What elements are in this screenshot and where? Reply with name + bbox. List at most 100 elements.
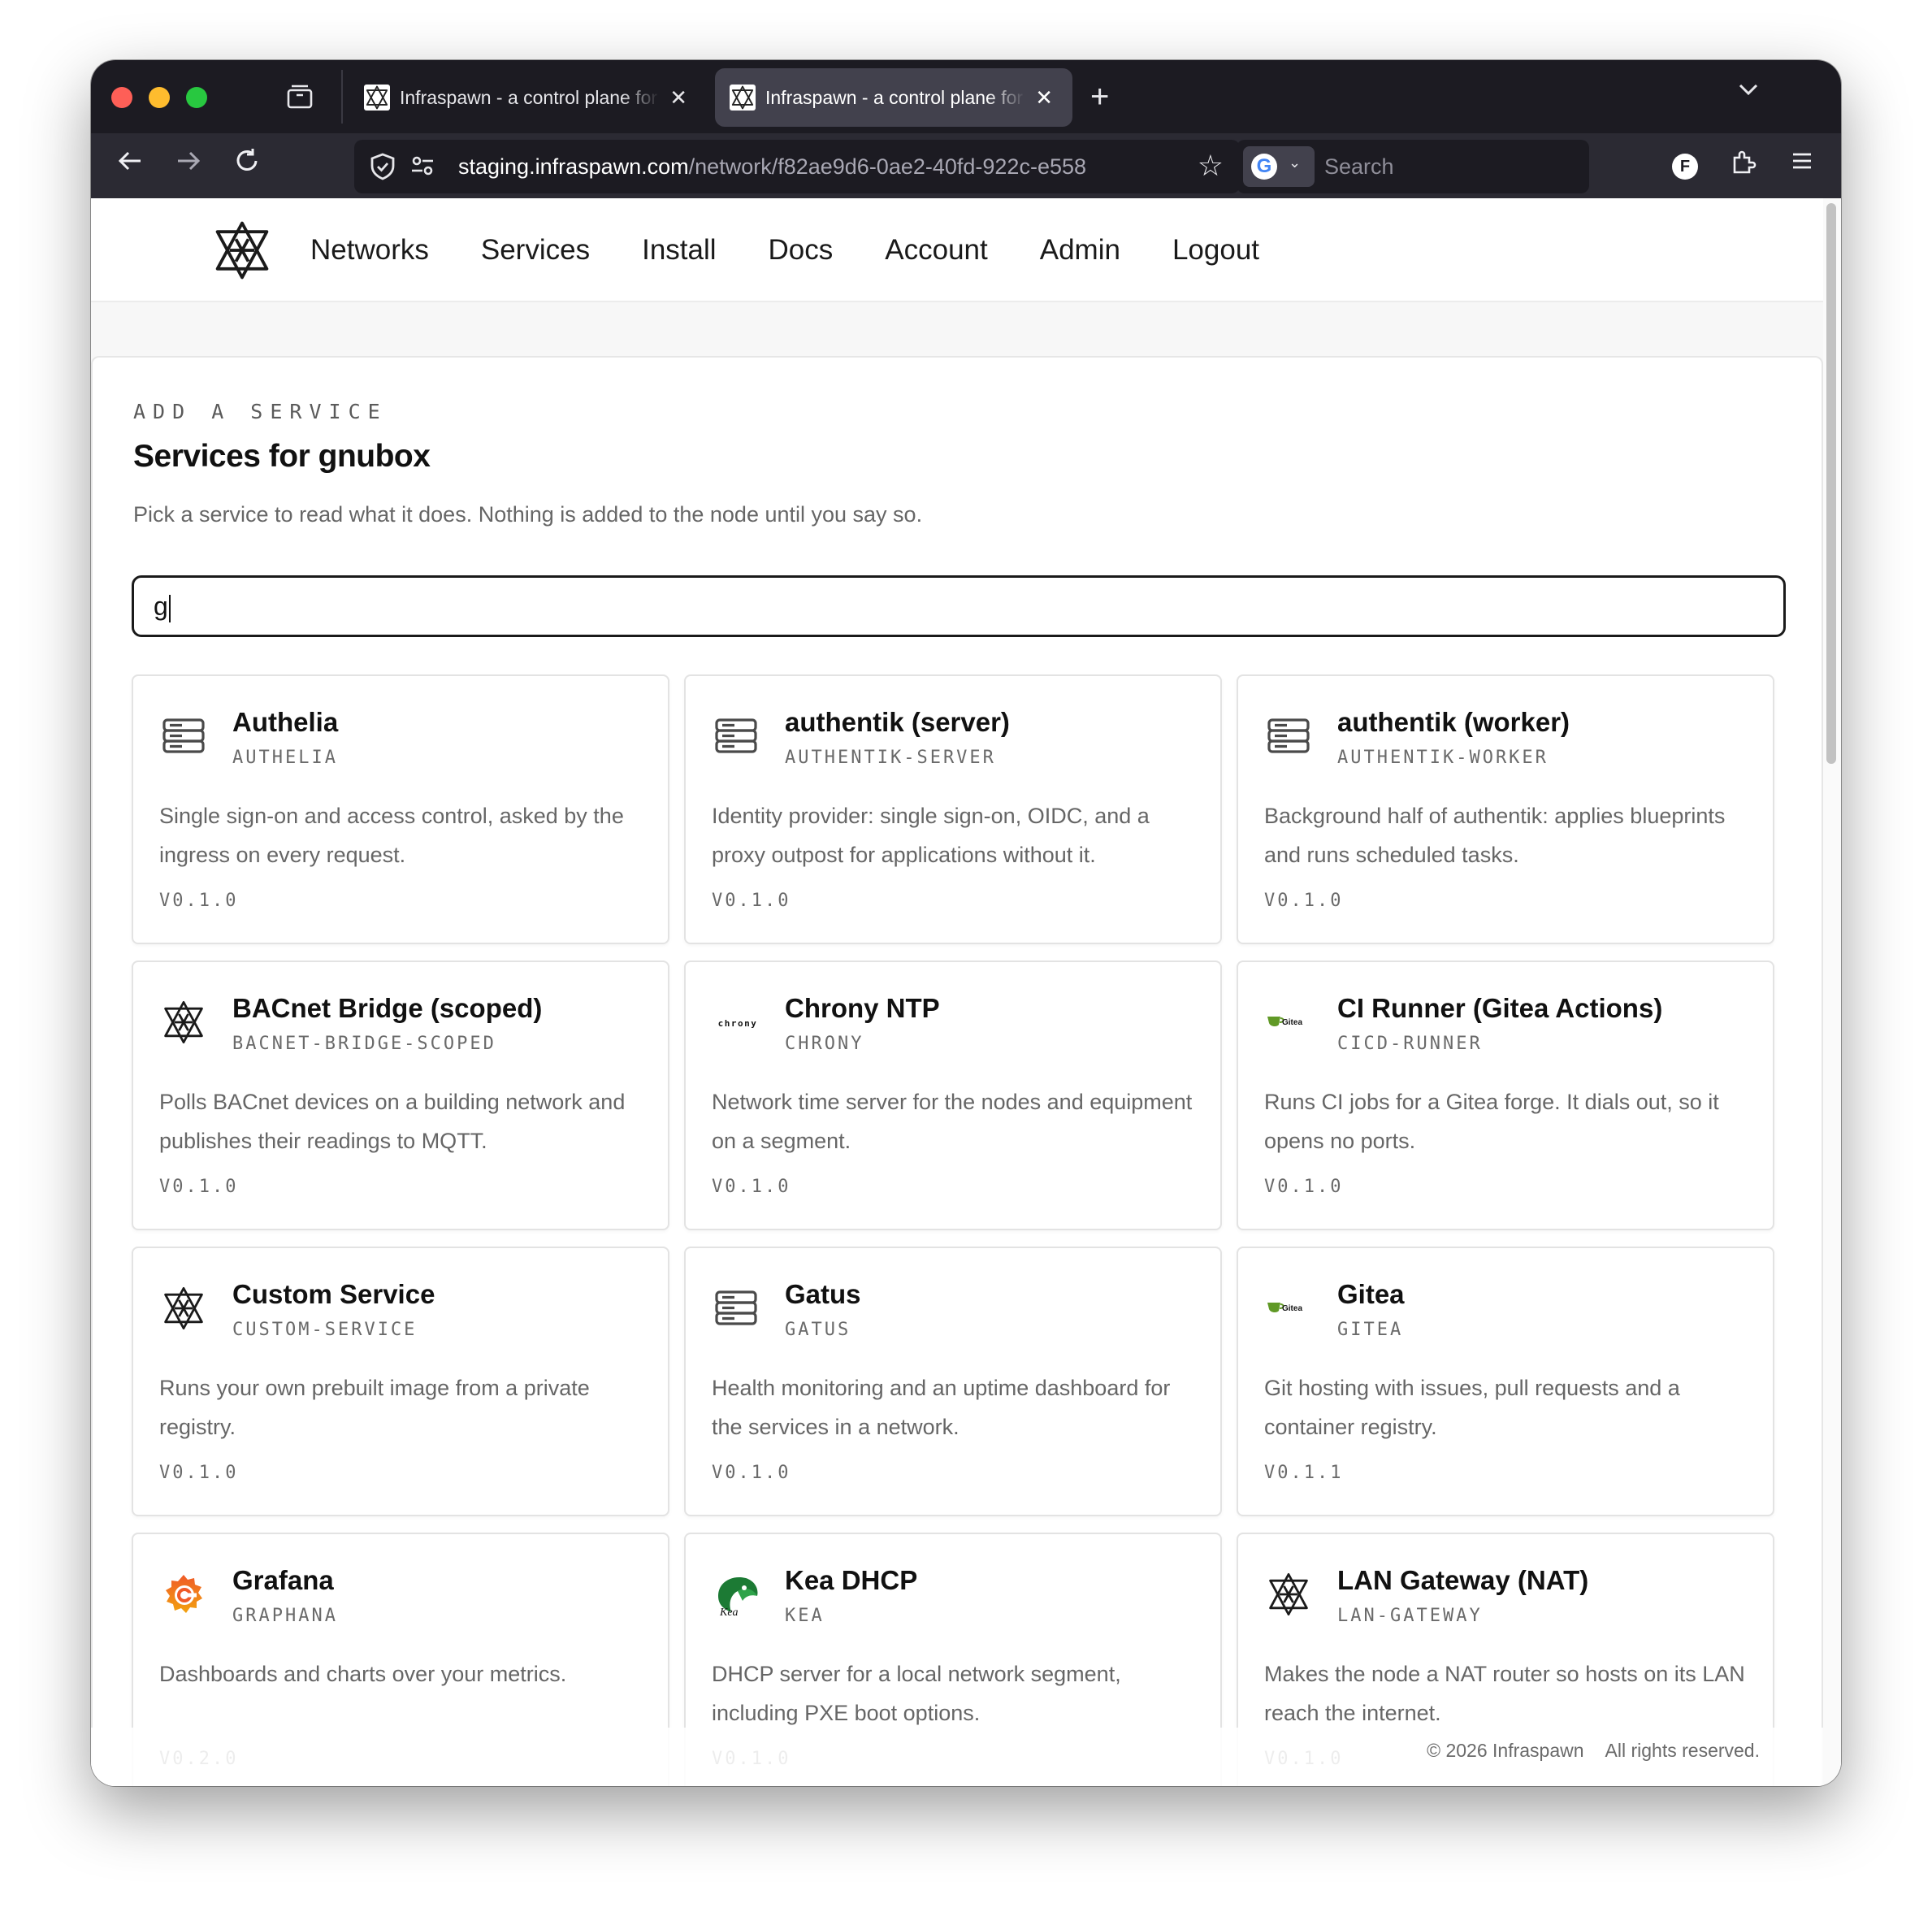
service-version: V0.1.0 bbox=[712, 891, 791, 911]
service-description: Makes the node a NAT router so hosts on … bbox=[1264, 1662, 1745, 1725]
service-version: V0.1.1 bbox=[1264, 1463, 1344, 1483]
page-scrollbar[interactable] bbox=[1823, 198, 1841, 1786]
scrollbar-thumb[interactable] bbox=[1826, 203, 1836, 764]
service-card[interactable]: chrony Chrony NTP CHRONY Network time serve… bbox=[684, 961, 1222, 1230]
section-eyebrow: ADD A SERVICE bbox=[133, 400, 388, 423]
service-version: V0.1.0 bbox=[1264, 1177, 1344, 1197]
infraspawn-logo-icon[interactable] bbox=[211, 219, 273, 281]
search-placeholder: Search bbox=[1324, 154, 1394, 179]
nav-link-admin[interactable]: Admin bbox=[1040, 234, 1120, 267]
service-description: Network time server for the nodes and eq… bbox=[712, 1090, 1193, 1153]
search-input-value: g bbox=[154, 592, 168, 621]
new-tab-icon[interactable]: + bbox=[1090, 76, 1109, 117]
url-text[interactable]: staging.infraspawn.com/network/f82ae9d6-… bbox=[458, 140, 1157, 193]
server-icon bbox=[713, 713, 759, 759]
page-title: Services for gnubox bbox=[133, 439, 431, 474]
service-name: LAN Gateway (NAT) bbox=[1337, 1565, 1589, 1595]
service-card[interactable]: Gitea CI Runner (Gitea Actions) CICD-RUNNE… bbox=[1237, 961, 1774, 1230]
service-description: Single sign-on and access control, asked… bbox=[159, 804, 624, 867]
chrony-logo-icon: chrony bbox=[713, 1000, 759, 1045]
tab-close-icon[interactable]: ✕ bbox=[1035, 83, 1053, 112]
service-slug: CICD-RUNNER bbox=[1337, 1034, 1483, 1054]
service-name: Gatus bbox=[785, 1279, 861, 1309]
service-slug: AUTHELIA bbox=[232, 748, 338, 768]
close-window-button[interactable] bbox=[111, 87, 132, 108]
service-slug: CUSTOM-SERVICE bbox=[232, 1320, 418, 1340]
service-card[interactable]: Gitea Gitea GITEA Git hosting with issues, … bbox=[1237, 1247, 1774, 1516]
page-viewport: Networks Services Install Docs Account A… bbox=[91, 198, 1841, 1786]
bookmark-star-icon[interactable]: ☆ bbox=[1198, 150, 1224, 182]
service-description: Runs your own prebuilt image from a priv… bbox=[159, 1376, 590, 1439]
service-name: Custom Service bbox=[232, 1279, 435, 1309]
reload-icon[interactable] bbox=[224, 143, 270, 189]
service-slug: GATUS bbox=[785, 1320, 851, 1340]
tab-overview-icon[interactable] bbox=[286, 83, 314, 111]
browser-tab[interactable]: Infraspawn - a control plane for ✕ bbox=[349, 68, 707, 127]
search-engine-button[interactable]: G ⌄ bbox=[1243, 146, 1315, 187]
nav-link-networks[interactable]: Networks bbox=[310, 234, 429, 267]
gitea-logo-icon: Gitea bbox=[1266, 1000, 1311, 1045]
address-bar[interactable]: staging.infraspawn.com/network/f82ae9d6-… bbox=[354, 140, 1240, 193]
main-nav: Networks Services Install Docs Account A… bbox=[310, 198, 1311, 302]
account-icon[interactable]: F bbox=[1667, 148, 1703, 184]
nav-link-logout[interactable]: Logout bbox=[1172, 234, 1259, 267]
shield-icon[interactable] bbox=[367, 151, 398, 182]
nav-link-services[interactable]: Services bbox=[481, 234, 590, 267]
service-slug: GRAPHANA bbox=[232, 1606, 338, 1626]
back-arrow-icon[interactable] bbox=[107, 143, 153, 189]
service-version: V0.1.0 bbox=[712, 1177, 791, 1197]
svg-text:Kea: Kea bbox=[719, 1607, 739, 1619]
service-card[interactable]: Custom Service CUSTOM-SERVICE Runs your ow… bbox=[132, 1247, 669, 1516]
forward-arrow-icon[interactable] bbox=[166, 143, 211, 189]
service-card[interactable]: BACnet Bridge (scoped) BACNET-BRIDGE-SCOP… bbox=[132, 961, 669, 1230]
zoom-window-button[interactable] bbox=[186, 87, 207, 108]
infraspawn-favicon-icon bbox=[730, 85, 756, 111]
tab-close-icon[interactable]: ✕ bbox=[669, 83, 687, 112]
minimize-window-button[interactable] bbox=[149, 87, 170, 108]
service-description: Health monitoring and an uptime dashboar… bbox=[712, 1376, 1171, 1439]
service-card[interactable]: Gatus GATUS Health monitoring and an uptim… bbox=[684, 1247, 1222, 1516]
service-description: DHCP server for a local network segment,… bbox=[712, 1662, 1121, 1725]
service-name: Authelia bbox=[232, 707, 339, 737]
browser-window: Infraspawn - a control plane for ✕ Infra… bbox=[91, 60, 1841, 1786]
service-card[interactable]: authentik (worker) AUTHENTIK-WORKER Backgr… bbox=[1237, 674, 1774, 944]
chevron-down-icon[interactable] bbox=[1737, 78, 1760, 106]
search-bar[interactable]: G ⌄ Search bbox=[1237, 140, 1589, 193]
service-name: Kea DHCP bbox=[785, 1565, 918, 1595]
nav-link-install[interactable]: Install bbox=[642, 234, 716, 267]
infraspawn-star-icon bbox=[161, 1286, 206, 1331]
nav-link-account[interactable]: Account bbox=[885, 234, 987, 267]
service-name: CI Runner (Gitea Actions) bbox=[1337, 993, 1663, 1023]
text-caret bbox=[168, 594, 171, 622]
service-name: Chrony NTP bbox=[785, 993, 940, 1023]
service-search-input[interactable]: g bbox=[132, 575, 1786, 637]
server-icon bbox=[1266, 713, 1311, 759]
service-slug: GITEA bbox=[1337, 1320, 1404, 1340]
service-version: V0.1.0 bbox=[159, 1463, 239, 1483]
service-version: V0.1.0 bbox=[712, 1463, 791, 1483]
service-card[interactable]: Authelia AUTHELIA Single sign-on and acces… bbox=[132, 674, 669, 944]
hamburger-menu-icon[interactable] bbox=[1784, 148, 1820, 184]
nav-link-docs[interactable]: Docs bbox=[769, 234, 834, 267]
infraspawn-favicon-icon bbox=[364, 85, 390, 111]
svg-text:Gitea: Gitea bbox=[1282, 1018, 1302, 1027]
service-slug: AUTHENTIK-SERVER bbox=[785, 748, 996, 768]
tab-title: Infraspawn - a control plane for bbox=[400, 87, 658, 108]
service-description: Runs CI jobs for a Gitea forge. It dials… bbox=[1264, 1090, 1719, 1153]
service-name: BACnet Bridge (scoped) bbox=[232, 993, 543, 1023]
browser-tab-active[interactable]: Infraspawn - a control plane for ✕ bbox=[715, 68, 1072, 127]
chevron-down-icon: ⌄ bbox=[1289, 154, 1302, 171]
svg-text:Gitea: Gitea bbox=[1282, 1304, 1302, 1313]
service-description: Git hosting with issues, pull requests a… bbox=[1264, 1376, 1680, 1439]
footer-copyright: © 2026 Infraspawn bbox=[1427, 1740, 1584, 1761]
kea-logo-icon: Kea bbox=[713, 1572, 759, 1619]
service-card[interactable]: authentik (server) AUTHENTIK-SERVER Identi… bbox=[684, 674, 1222, 944]
service-slug: CHRONY bbox=[785, 1034, 864, 1054]
permissions-icon[interactable] bbox=[409, 153, 435, 184]
page-subtitle: Pick a service to read what it does. Not… bbox=[133, 502, 923, 527]
service-description: Dashboards and charts over your metrics. bbox=[159, 1662, 567, 1686]
extensions-icon[interactable] bbox=[1726, 148, 1761, 184]
service-slug: BACNET-BRIDGE-SCOPED bbox=[232, 1034, 496, 1054]
svg-text:chrony: chrony bbox=[718, 1018, 758, 1029]
service-version: V0.1.0 bbox=[159, 1177, 239, 1197]
